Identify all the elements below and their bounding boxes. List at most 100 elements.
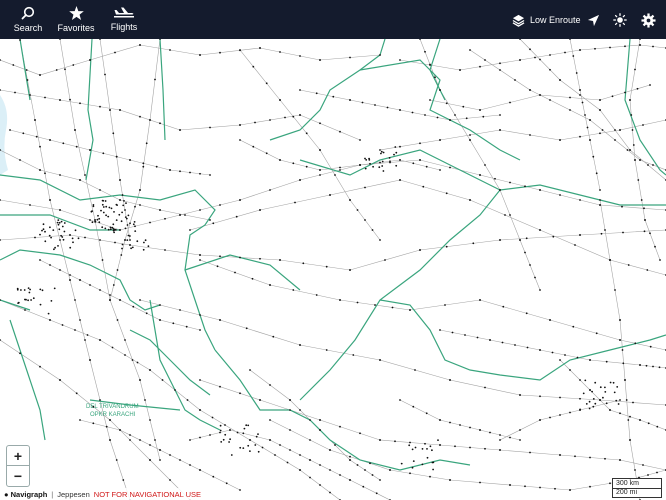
waypoint-marker [319, 59, 321, 61]
waypoint-marker [639, 159, 641, 161]
waypoint-marker [34, 119, 36, 121]
waypoint-marker [62, 142, 65, 145]
waypoint-marker [49, 319, 51, 321]
waypoint-marker [419, 249, 421, 251]
waypoint-marker [315, 294, 318, 296]
waypoint-marker [652, 45, 654, 48]
waypoint-marker [27, 287, 30, 289]
waypoint-marker [209, 219, 211, 221]
waypoint-marker [408, 444, 411, 447]
waypoint-marker [149, 444, 151, 446]
waypoint-marker [60, 220, 63, 223]
waypoint-marker [479, 481, 481, 484]
waypoint-marker [286, 461, 289, 464]
waypoint-marker [69, 98, 71, 101]
waypoint-marker [412, 162, 415, 165]
waypoint-marker [576, 356, 579, 359]
waypoint-marker [509, 214, 511, 216]
waypoint-marker [64, 68, 66, 71]
chart-layer-selector[interactable]: Low Enroute [512, 10, 581, 30]
waypoint-marker [92, 205, 95, 208]
waypoint-marker [289, 429, 291, 431]
waypoint-marker [630, 114, 633, 116]
waypoint-marker [289, 409, 291, 411]
waypoint-marker [339, 169, 341, 171]
waypoint-marker [131, 359, 134, 361]
search-button[interactable]: Search [8, 0, 48, 39]
waypoint-marker [19, 159, 21, 161]
waypoint-marker [199, 436, 201, 439]
waypoint-marker [159, 122, 161, 125]
waypoint-marker [265, 152, 268, 155]
locate-button[interactable] [583, 10, 603, 30]
waypoint-marker [591, 390, 593, 393]
waypoint-marker [424, 442, 426, 445]
waypoint-marker [359, 139, 361, 141]
waypoint-marker [391, 306, 394, 309]
waypoint-marker [259, 399, 261, 401]
waypoint-marker [252, 65, 255, 68]
waypoint-marker [96, 218, 99, 221]
waypoint-marker [329, 491, 331, 494]
waypoint-marker [539, 189, 541, 191]
waypoint-marker [379, 359, 381, 361]
theme-button[interactable] [610, 10, 630, 30]
waypoint-marker [105, 425, 108, 428]
waypoint-marker [604, 457, 606, 460]
waypoint-marker [499, 189, 501, 191]
waypoint-marker [437, 439, 439, 441]
waypoint-marker [299, 344, 301, 346]
waypoint-marker [394, 440, 396, 443]
waypoint-marker [619, 319, 621, 321]
waypoint-marker [319, 122, 321, 125]
waypoint-marker [247, 424, 250, 427]
enroute-map[interactable]: DEL TRIVANDRUM OPKR KARACHI [0, 39, 666, 500]
flights-button[interactable]: Flights [104, 0, 144, 39]
waypoint-marker [529, 48, 531, 51]
waypoint-marker [524, 185, 526, 188]
waypoint-marker [619, 459, 621, 461]
waypoint-marker [380, 152, 382, 155]
waypoint-marker [399, 159, 401, 161]
layers-icon [512, 14, 525, 27]
waypoint-marker [539, 486, 541, 489]
waypoint-marker [199, 379, 201, 381]
waypoint-marker [652, 365, 654, 368]
waypoint-marker [501, 341, 504, 344]
waypoint-marker [589, 389, 591, 391]
waypoint-marker [53, 287, 56, 290]
waypoint-marker [359, 164, 361, 166]
waypoint-marker [225, 482, 228, 485]
waypoint-marker [89, 59, 91, 61]
zoom-out-button[interactable]: − [7, 466, 29, 486]
waypoint-marker [35, 135, 38, 138]
waypoint-marker [139, 115, 141, 118]
waypoint-marker [199, 209, 201, 211]
waypoint-marker [32, 297, 35, 300]
waypoint-marker [564, 354, 566, 356]
waypoint-marker [299, 179, 301, 181]
waypoint-marker [629, 149, 631, 151]
waypoint-marker [349, 455, 351, 458]
waypoint-marker [604, 386, 606, 389]
waypoint-marker [219, 385, 221, 388]
waypoint-marker [459, 69, 461, 71]
waypoint-marker [269, 119, 271, 121]
favorites-button[interactable]: Favorites [54, 0, 98, 39]
waypoint-marker [84, 174, 86, 176]
settings-button[interactable] [638, 10, 658, 30]
zoom-in-button[interactable]: + [7, 446, 29, 466]
waypoint-marker [139, 204, 141, 206]
waypoint-marker [115, 459, 118, 461]
waypoint-marker [242, 447, 245, 449]
waypoint-marker [395, 164, 398, 167]
waypoint-marker [484, 447, 486, 450]
waypoint-marker [23, 289, 26, 291]
waypoint-marker [434, 76, 436, 79]
favorites-label: Favorites [57, 23, 95, 33]
waypoint-marker [269, 189, 271, 191]
waypoint-marker [74, 129, 76, 131]
waypoint-marker [419, 159, 421, 161]
waypoint-marker [519, 59, 521, 61]
waypoint-marker [646, 269, 649, 271]
